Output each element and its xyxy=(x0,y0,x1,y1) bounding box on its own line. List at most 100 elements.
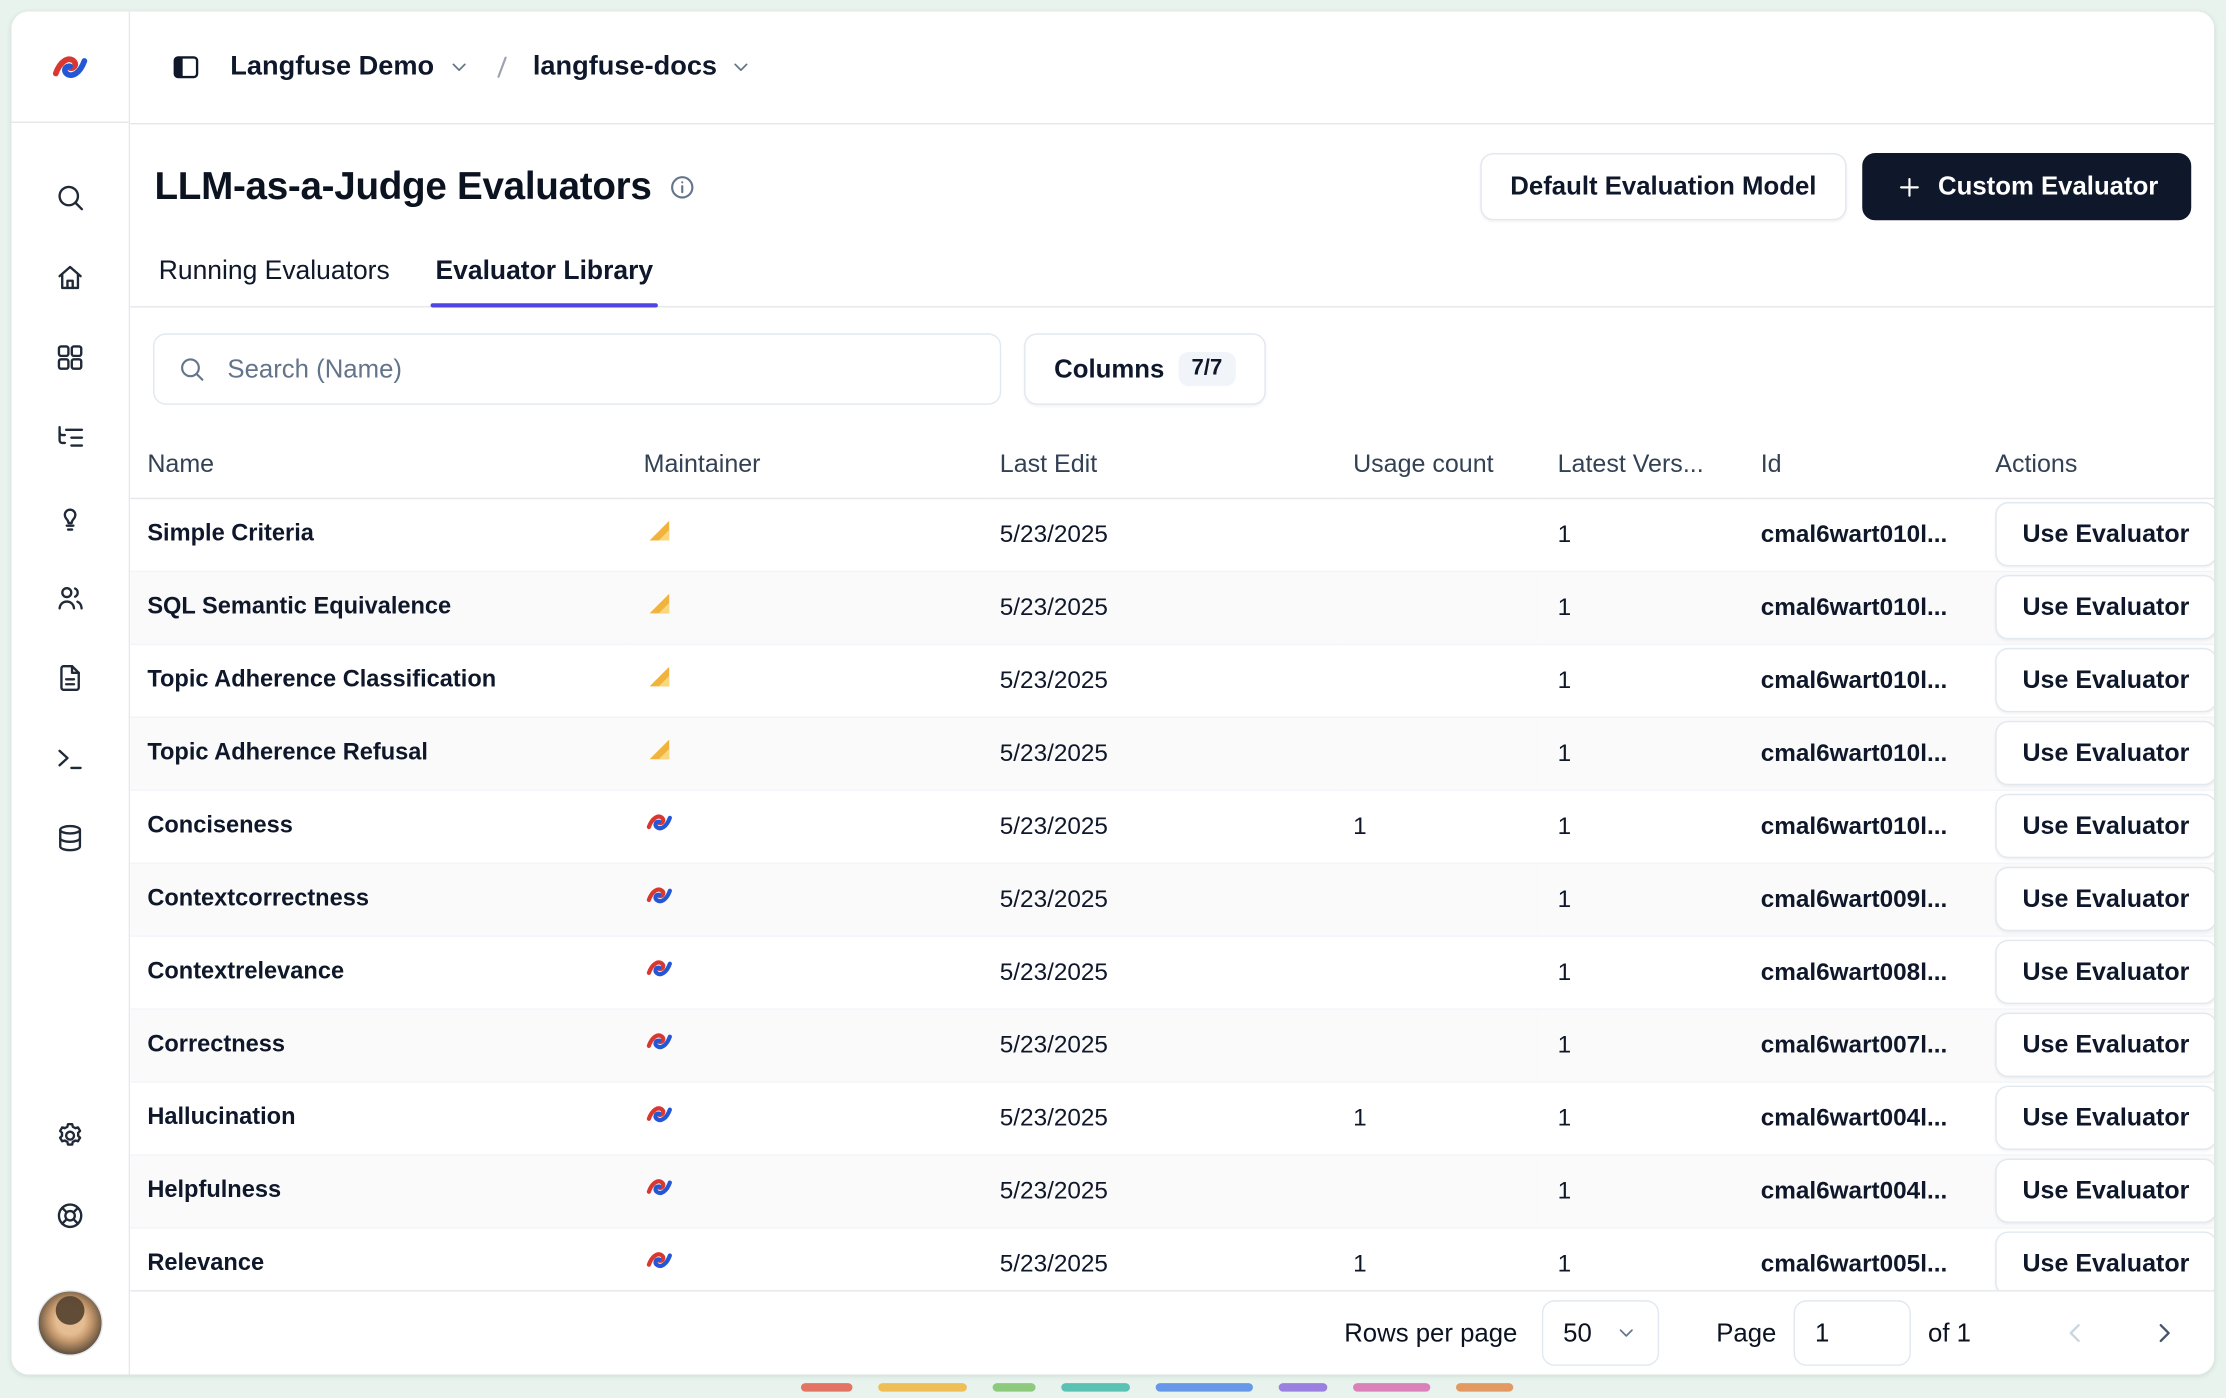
maintainer-langfuse-icon xyxy=(644,1244,675,1275)
color-strip-segment xyxy=(1061,1383,1130,1392)
usage-count xyxy=(1339,498,1544,571)
pagination-footer: Rows per page 50 Page of 1 xyxy=(130,1290,2214,1374)
evaluator-id: cmal6wart004l... xyxy=(1746,1154,1981,1227)
sidebar-item-dashboards[interactable] xyxy=(39,326,102,389)
next-page-button[interactable] xyxy=(2140,1309,2189,1358)
previous-page-button[interactable] xyxy=(2051,1309,2100,1358)
sidebar-item-prompts[interactable] xyxy=(39,646,102,709)
use-evaluator-button[interactable]: Use Evaluator xyxy=(1995,502,2214,566)
latest-version: 1 xyxy=(1543,1081,1746,1154)
use-evaluator-button[interactable]: Use Evaluator xyxy=(1995,721,2214,785)
latest-version: 1 xyxy=(1543,1227,1746,1290)
usage-count xyxy=(1339,935,1544,1008)
rows-per-page-select[interactable]: 50 xyxy=(1542,1300,1659,1366)
sidebar-item-datasets[interactable] xyxy=(39,807,102,870)
column-header-id: Id xyxy=(1746,431,1981,498)
sidebar-item-home[interactable] xyxy=(39,246,102,309)
table-row[interactable]: Helpfulness 5/23/2025 1 cmal6wart004l...… xyxy=(130,1154,2214,1227)
sidebar-logo-area xyxy=(11,11,128,123)
use-evaluator-button[interactable]: Use Evaluator xyxy=(1995,794,2214,858)
sidebar-toggle-button[interactable] xyxy=(159,40,213,94)
sidebar-item-evaluation[interactable] xyxy=(39,486,102,549)
use-evaluator-button[interactable]: Use Evaluator xyxy=(1995,575,2214,639)
column-header-name: Name xyxy=(130,431,629,498)
last-edit-date: 5/23/2025 xyxy=(985,790,1338,863)
latest-version: 1 xyxy=(1543,1154,1746,1227)
use-evaluator-button[interactable]: Use Evaluator xyxy=(1995,1013,2214,1077)
page-total-label: of 1 xyxy=(1928,1318,1971,1348)
evaluator-name: SQL Semantic Equivalence xyxy=(130,571,629,644)
tab-running-evaluators[interactable]: Running Evaluators xyxy=(154,255,394,306)
color-strip-segment xyxy=(993,1383,1036,1392)
bottom-color-strip xyxy=(801,1383,1513,1392)
terminal-icon xyxy=(54,742,85,773)
table-row[interactable]: Topic Adherence Classification 5/23/2025… xyxy=(130,644,2214,717)
chevron-down-icon xyxy=(447,56,470,79)
use-evaluator-button[interactable]: Use Evaluator xyxy=(1995,1086,2214,1150)
maintainer-ragas-icon xyxy=(644,515,675,546)
table-row[interactable]: Correctness 5/23/2025 1 cmal6wart007l...… xyxy=(130,1008,2214,1081)
usage-count xyxy=(1339,644,1544,717)
use-evaluator-button[interactable]: Use Evaluator xyxy=(1995,940,2214,1004)
maintainer-ragas-icon xyxy=(644,661,675,692)
user-avatar[interactable] xyxy=(37,1290,103,1356)
latest-version: 1 xyxy=(1543,644,1746,717)
columns-button[interactable]: Columns 7/7 xyxy=(1024,333,1265,405)
search-input[interactable] xyxy=(225,353,977,386)
file-icon xyxy=(54,662,85,693)
evaluator-name: Helpfulness xyxy=(130,1154,629,1227)
latest-version: 1 xyxy=(1543,790,1746,863)
main-content: Langfuse Demo langfuse-docs LLM-as-a-Jud… xyxy=(130,11,2214,1374)
sidebar-item-users[interactable] xyxy=(39,566,102,629)
usage-count xyxy=(1339,1154,1544,1227)
table-row[interactable]: Simple Criteria 5/23/2025 1 cmal6wart010… xyxy=(130,498,2214,571)
tab-evaluator-library[interactable]: Evaluator Library xyxy=(431,255,657,306)
page-header: LLM-as-a-Judge Evaluators Default Evalua… xyxy=(130,124,2214,220)
evaluator-name: Contextcorrectness xyxy=(130,862,629,935)
use-evaluator-button[interactable]: Use Evaluator xyxy=(1995,867,2214,931)
table-row[interactable]: Topic Adherence Refusal 5/23/2025 1 cmal… xyxy=(130,717,2214,790)
evaluator-name: Simple Criteria xyxy=(130,498,629,571)
color-strip-segment xyxy=(1456,1383,1513,1392)
evaluator-name: Relevance xyxy=(130,1227,629,1290)
use-evaluator-button[interactable]: Use Evaluator xyxy=(1995,1159,2214,1223)
last-edit-date: 5/23/2025 xyxy=(985,1008,1338,1081)
home-icon xyxy=(54,262,85,293)
table-row[interactable]: Conciseness 5/23/2025 1 1 cmal6wart010l.… xyxy=(130,790,2214,863)
sidebar-item-search[interactable] xyxy=(39,166,102,229)
latest-version: 1 xyxy=(1543,935,1746,1008)
grid-icon xyxy=(54,342,85,373)
default-evaluation-model-button[interactable]: Default Evaluation Model xyxy=(1480,153,1846,220)
table-row[interactable]: Contextcorrectness 5/23/2025 1 cmal6wart… xyxy=(130,862,2214,935)
evaluator-name: Correctness xyxy=(130,1008,629,1081)
org-switcher[interactable]: Langfuse Demo xyxy=(225,43,476,92)
sidebar-item-tracing[interactable] xyxy=(39,406,102,469)
table-row[interactable]: Relevance 5/23/2025 1 1 cmal6wart005l...… xyxy=(130,1227,2214,1290)
sidebar-item-playground[interactable] xyxy=(39,727,102,790)
usage-count: 1 xyxy=(1339,1227,1544,1290)
evaluator-id: cmal6wart005l... xyxy=(1746,1227,1981,1290)
info-icon[interactable] xyxy=(667,172,696,201)
table-row[interactable]: Contextrelevance 5/23/2025 1 cmal6wart00… xyxy=(130,935,2214,1008)
langfuse-logo-icon[interactable] xyxy=(49,45,92,88)
table-row[interactable]: Hallucination 5/23/2025 1 1 cmal6wart004… xyxy=(130,1081,2214,1154)
use-evaluator-button[interactable]: Use Evaluator xyxy=(1995,648,2214,712)
lifebuoy-icon xyxy=(54,1200,85,1231)
chevron-left-icon xyxy=(2060,1317,2091,1348)
use-evaluator-button[interactable]: Use Evaluator xyxy=(1995,1231,2214,1290)
table-row[interactable]: SQL Semantic Equivalence 5/23/2025 1 cma… xyxy=(130,571,2214,644)
maintainer-langfuse-icon xyxy=(644,1098,675,1129)
evaluator-id: cmal6wart007l... xyxy=(1746,1008,1981,1081)
usage-count xyxy=(1339,571,1544,644)
sidebar-item-support[interactable] xyxy=(39,1184,102,1247)
page-number-input[interactable] xyxy=(1794,1300,1911,1366)
last-edit-date: 5/23/2025 xyxy=(985,1227,1338,1290)
last-edit-date: 5/23/2025 xyxy=(985,498,1338,571)
custom-evaluator-button[interactable]: Custom Evaluator xyxy=(1862,153,2191,220)
maintainer-ragas-icon xyxy=(644,588,675,619)
columns-label: Columns xyxy=(1054,354,1164,384)
list-tree-icon xyxy=(54,422,85,453)
project-switcher[interactable]: langfuse-docs xyxy=(527,43,758,92)
column-header-latest-version: Latest Vers... xyxy=(1543,431,1746,498)
sidebar-item-settings[interactable] xyxy=(39,1104,102,1167)
